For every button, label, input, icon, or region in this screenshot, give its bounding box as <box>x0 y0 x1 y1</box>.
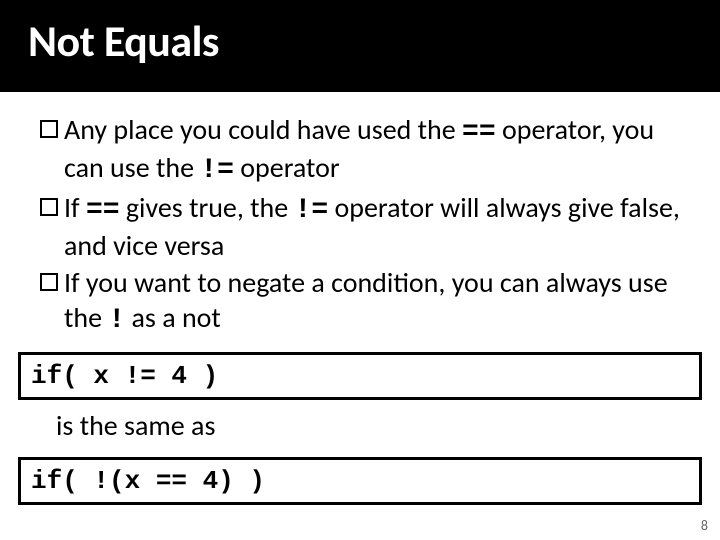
bullet-text: Any place you could have used the == ope… <box>64 112 680 188</box>
page-number: 8 <box>701 517 708 534</box>
between-text: is the same as <box>56 408 720 443</box>
text-fragment: gives true, the <box>120 190 295 225</box>
text-fragment: Any place you could have used the <box>64 112 462 147</box>
code-example-1: if( x != 4 ) <box>18 352 702 400</box>
code-fragment: == <box>462 117 496 148</box>
bullet-box-icon <box>40 198 58 216</box>
text-fragment: as a not <box>125 300 221 335</box>
code-fragment: != <box>295 195 329 226</box>
bullet-item: If == gives true, the != operator will a… <box>40 190 680 263</box>
code-fragment: == <box>86 195 120 226</box>
bullet-item: Any place you could have used the == ope… <box>40 112 680 188</box>
text-fragment: If <box>64 190 86 225</box>
text-fragment: operator <box>234 150 340 185</box>
bullet-text: If you want to negate a condition, you c… <box>64 265 680 338</box>
bullet-box-icon <box>40 120 58 138</box>
code-fragment: != <box>200 155 234 186</box>
code-example-2: if( !(x == 4) ) <box>18 457 702 505</box>
bullet-text: If == gives true, the != operator will a… <box>64 190 680 263</box>
code-fragment: ! <box>108 305 125 336</box>
bullet-box-icon <box>40 273 58 291</box>
content-area: Any place you could have used the == ope… <box>0 92 720 338</box>
bullet-item: If you want to negate a condition, you c… <box>40 265 680 338</box>
title-bar: Not Equals <box>0 0 720 92</box>
slide-title: Not Equals <box>28 14 692 68</box>
